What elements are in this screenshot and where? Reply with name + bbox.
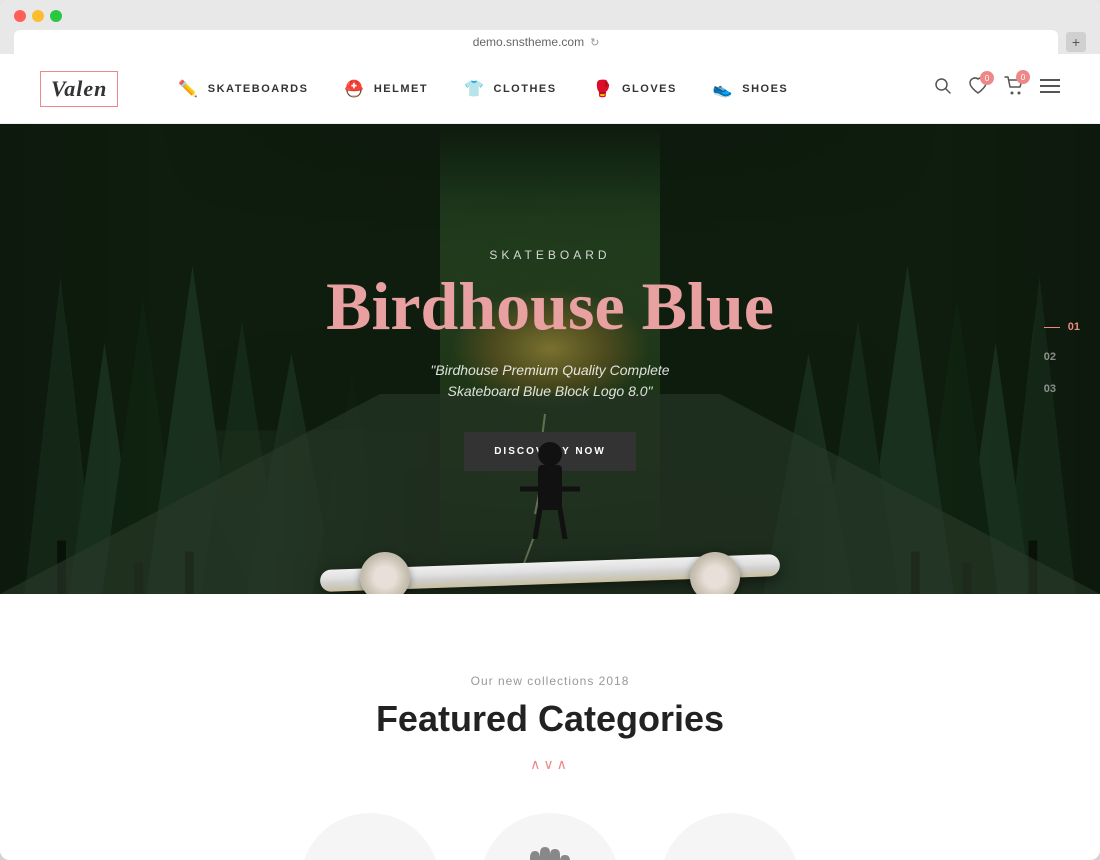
slide-indicator-2[interactable]: 02	[1044, 351, 1056, 363]
helmet-icon: ⛑️	[344, 79, 365, 99]
gloves-icon: 🥊	[593, 79, 614, 99]
site-content: Valen ✏️ SKATEBOARDS ⛑️ HELMET 👕 CLOTHES…	[0, 54, 1100, 860]
slide-indicators: 01 02 03	[1044, 321, 1080, 397]
nav-item-skateboards[interactable]: ✏️ SKATEBOARDS	[178, 79, 308, 99]
address-bar-row: demo.snstheme.com ↻ +	[14, 30, 1086, 54]
category-item-gloves[interactable]: Gloves	[480, 813, 620, 860]
nav-actions: 0 0	[934, 76, 1060, 101]
minimize-dot[interactable]	[32, 10, 44, 22]
nav-menu: ✏️ SKATEBOARDS ⛑️ HELMET 👕 CLOTHES 🥊 GLO…	[178, 79, 934, 99]
helmet-svg	[320, 843, 420, 860]
section-gap	[0, 594, 1100, 624]
zigzag-icon: ∧∨∧	[530, 756, 570, 773]
menu-button[interactable]	[1040, 78, 1060, 99]
search-button[interactable]	[934, 77, 952, 100]
featured-eyebrow: Our new collections 2018	[40, 674, 1060, 688]
skateboards-icon: ✏️	[178, 79, 199, 99]
navbar: Valen ✏️ SKATEBOARDS ⛑️ HELMET 👕 CLOTHES…	[0, 54, 1100, 124]
slide-indicator-3[interactable]: 03	[1044, 383, 1056, 395]
new-tab-button[interactable]: +	[1066, 32, 1086, 52]
cart-badge: 0	[1016, 70, 1030, 84]
wheel-right	[690, 552, 740, 594]
maximize-dot[interactable]	[50, 10, 62, 22]
category-item-helmet[interactable]: Helmet	[300, 813, 440, 860]
browser-chrome: demo.snstheme.com ↻ +	[0, 0, 1100, 54]
nav-label-gloves: GLOVES	[622, 83, 677, 95]
wishlist-button[interactable]: 0	[968, 77, 988, 100]
address-bar[interactable]: demo.snstheme.com ↻	[14, 30, 1058, 54]
hero-subtitle: SKATEBOARD	[326, 248, 774, 262]
hero-content: SKATEBOARD Birdhouse Blue "Birdhouse Pre…	[326, 248, 774, 471]
nav-label-clothes: CLOTHES	[494, 83, 557, 95]
wheel-left	[360, 552, 410, 594]
nav-item-shoes[interactable]: 👟 SHOES	[713, 79, 788, 99]
browser-dots	[14, 10, 1086, 22]
nav-item-helmet[interactable]: ⛑️ HELMET	[344, 79, 428, 99]
category-image-helmet	[300, 813, 440, 860]
wishlist-badge: 0	[980, 71, 994, 85]
category-item-shoes[interactable]: Shoes	[660, 813, 800, 860]
site-logo[interactable]: Valen	[40, 71, 118, 107]
nav-item-clothes[interactable]: 👕 CLOTHES	[464, 79, 556, 99]
nav-label-shoes: SHOES	[742, 83, 788, 95]
featured-section: Our new collections 2018 Featured Catego…	[0, 624, 1100, 860]
shoes-svg	[670, 853, 790, 860]
clothes-icon: 👕	[464, 79, 485, 99]
person-silhouette	[520, 439, 580, 539]
category-image-shoes	[660, 813, 800, 860]
category-image-gloves	[480, 813, 620, 860]
reload-icon[interactable]: ↻	[590, 36, 599, 49]
hero-description: "Birdhouse Premium Quality CompleteSkate…	[326, 360, 774, 402]
browser-window: demo.snstheme.com ↻ + Valen ✏️ SKATEBOAR…	[0, 0, 1100, 860]
hero-section: SKATEBOARD Birdhouse Blue "Birdhouse Pre…	[0, 124, 1100, 594]
categories-row: Helmet Gloves	[40, 813, 1060, 860]
skateboard-visual	[300, 494, 800, 594]
close-dot[interactable]	[14, 10, 26, 22]
cart-button[interactable]: 0	[1004, 76, 1024, 101]
featured-title: Featured Categories	[40, 698, 1060, 740]
slide-indicator-1[interactable]: 01	[1068, 321, 1080, 333]
shoes-icon: 👟	[713, 79, 734, 99]
nav-label-helmet: HELMET	[374, 83, 428, 95]
nav-label-skateboards: SKATEBOARDS	[208, 83, 309, 95]
url-text: demo.snstheme.com	[473, 35, 584, 49]
hero-title: Birdhouse Blue	[326, 272, 774, 340]
nav-item-gloves[interactable]: 🥊 GLOVES	[593, 79, 677, 99]
featured-divider: ∧∨∧	[40, 756, 1060, 773]
gloves-svg	[495, 843, 605, 860]
